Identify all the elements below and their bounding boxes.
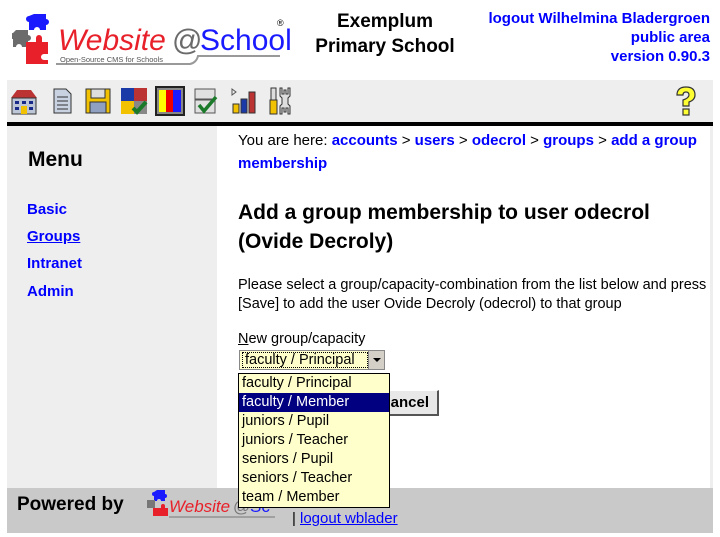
svg-text:®: ® — [277, 18, 284, 28]
svg-text:Website: Website — [58, 24, 166, 57]
version-link[interactable]: version 0.90.3 — [611, 48, 710, 65]
breadcrumb-odecrol[interactable]: odecrol — [472, 132, 526, 149]
chevron-down-icon[interactable] — [368, 351, 384, 369]
group-capacity-select[interactable]: faculty / Principal — [239, 350, 385, 370]
sidebar: Menu Basic Groups Intranet Admin — [7, 126, 217, 488]
select-current-value: faculty / Principal — [242, 352, 368, 368]
puzzle-pieces-icon — [12, 14, 49, 64]
group-capacity-dropdown-list[interactable]: faculty / Principal faculty / Member jun… — [238, 373, 390, 508]
statistics-icon[interactable] — [229, 86, 259, 116]
instructions-text: Please select a group/capacity-combinati… — [238, 277, 707, 312]
menu-title: Menu — [28, 148, 83, 171]
svg-text:Open-Source CMS for Schools: Open-Source CMS for Schools — [60, 55, 163, 64]
right-border — [710, 126, 713, 488]
school-name-line2: Primary School — [315, 36, 455, 57]
public-area-link[interactable]: public area — [631, 29, 710, 46]
dropdown-option-highlighted[interactable]: faculty / Member — [239, 393, 389, 412]
dropdown-option[interactable]: team / Member — [239, 488, 389, 507]
footer-logout-link[interactable]: logout wblader — [300, 510, 398, 527]
sidebar-item-intranet[interactable]: Intranet — [27, 255, 82, 272]
svg-text:Website: Website — [169, 497, 230, 516]
dropdown-option[interactable]: seniors / Teacher — [239, 469, 389, 488]
footer-separator: | — [292, 510, 296, 527]
breadcrumb-separator: > — [401, 132, 411, 149]
breadcrumb-separator: > — [598, 132, 607, 149]
modules-icon[interactable] — [119, 86, 149, 116]
file-manager-icon[interactable] — [83, 86, 113, 116]
breadcrumb-separator: > — [530, 132, 539, 149]
group-capacity-label: New group/capacity — [238, 331, 365, 347]
logout-link[interactable]: logout Wilhelmina Bladergroen — [488, 10, 710, 27]
website-at-school-logo[interactable]: Website @ School ® Open-Source CMS for S… — [12, 12, 290, 74]
breadcrumb-groups[interactable]: groups — [543, 132, 594, 149]
account-manager-icon[interactable] — [155, 86, 185, 116]
sidebar-item-admin[interactable]: Admin — [27, 283, 74, 300]
dropdown-option[interactable]: juniors / Pupil — [239, 412, 389, 431]
header: Website @ School ® Open-Source CMS for S… — [0, 0, 720, 80]
user-info: logout Wilhelmina Bladergroen public are… — [488, 9, 710, 66]
help-icon[interactable] — [673, 85, 699, 117]
toolbar — [7, 80, 713, 122]
svg-text:@: @ — [172, 24, 202, 57]
breadcrumb: You are here: accounts > users > odecrol… — [238, 129, 698, 175]
tools-icon[interactable] — [265, 86, 295, 116]
page-manager-icon[interactable] — [47, 86, 77, 116]
sidebar-item-groups[interactable]: Groups — [27, 228, 80, 245]
breadcrumb-prefix: You are here: — [238, 132, 328, 149]
dropdown-option[interactable]: juniors / Teacher — [239, 431, 389, 450]
school-name: Exemplum Primary School — [300, 9, 470, 59]
svg-text:School: School — [200, 24, 290, 57]
configuration-manager-icon[interactable] — [191, 86, 221, 116]
start-center-icon[interactable] — [9, 86, 39, 116]
page-title: Add a group membership to user odecrol (… — [238, 201, 650, 253]
accesskey-letter: N — [238, 331, 249, 347]
breadcrumb-accounts[interactable]: accounts — [332, 132, 398, 149]
school-name-line1: Exemplum — [336, 11, 434, 32]
label-text: ew group/capacity — [248, 331, 366, 347]
dropdown-option[interactable]: seniors / Pupil — [239, 450, 389, 469]
breadcrumb-users[interactable]: users — [415, 132, 455, 149]
dropdown-option[interactable]: faculty / Principal — [239, 374, 389, 393]
sidebar-item-basic[interactable]: Basic — [27, 201, 67, 218]
powered-by-label: Powered by — [17, 494, 124, 515]
breadcrumb-separator: > — [458, 132, 468, 149]
